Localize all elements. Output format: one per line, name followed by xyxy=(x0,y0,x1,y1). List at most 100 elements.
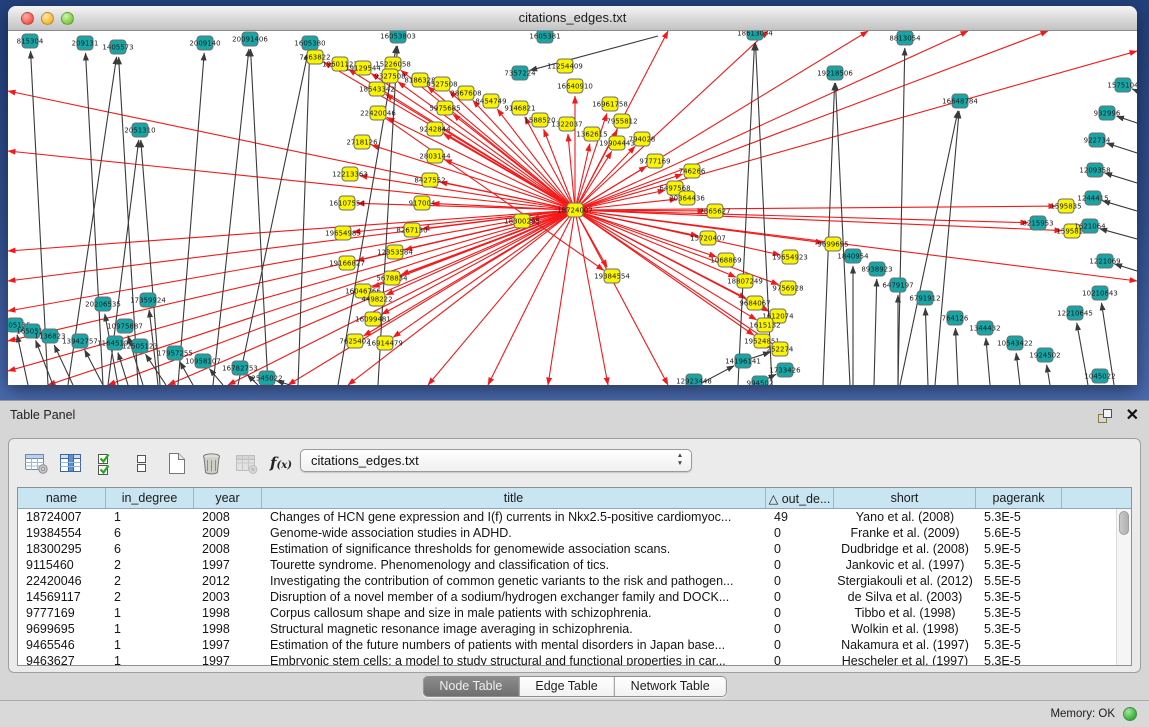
graph-node[interactable]: 16914479 xyxy=(367,336,403,350)
network-window[interactable]: citations_edges.txt 18724007271812612213… xyxy=(8,6,1137,385)
graph-edge[interactable] xyxy=(386,94,575,210)
cell-short[interactable]: Yano et al. (2008) xyxy=(834,509,976,525)
cell-out-de-[interactable]: 0 xyxy=(766,653,834,666)
cell-in-degree[interactable]: 1 xyxy=(106,509,194,525)
function-builder-icon[interactable]: f(x) xyxy=(268,448,294,478)
cell-out-de-[interactable]: 0 xyxy=(766,541,834,557)
graph-node[interactable]: 12923448 xyxy=(676,374,712,385)
graph-node[interactable]: 2051310 xyxy=(124,123,155,137)
graph-node[interactable]: 7955812 xyxy=(606,114,637,128)
graph-edge[interactable] xyxy=(955,328,958,385)
cell-pagerank[interactable]: 5.3E-5 xyxy=(976,589,1062,605)
graph-edge[interactable] xyxy=(251,49,268,385)
table-mode-icon[interactable] xyxy=(23,448,49,478)
table-row[interactable]: 1830029562008Estimation of significance … xyxy=(18,541,1131,557)
cell-pagerank[interactable]: 5.3E-5 xyxy=(976,653,1062,666)
table-row[interactable]: 946362711997Embryonic stem cells: a mode… xyxy=(18,653,1131,666)
cell-pagerank[interactable]: 5.3E-5 xyxy=(976,605,1062,621)
table-selector-dropdown[interactable]: citations_edges.txt ▲▼ xyxy=(300,449,692,472)
cell-title[interactable]: Corpus callosum shape and size in male p… xyxy=(262,605,766,621)
graph-node[interactable]: 16961758 xyxy=(592,97,628,111)
row-height-icon[interactable] xyxy=(128,448,154,478)
graph-edge[interactable] xyxy=(935,111,959,385)
graph-edge[interactable] xyxy=(900,111,958,385)
cell-short[interactable]: Dudbridge et al. (2008) xyxy=(834,541,976,557)
cell-short[interactable]: Franke et al. (2009) xyxy=(834,525,976,541)
cell-year[interactable]: 2008 xyxy=(194,509,262,525)
table-row[interactable]: 1938455462009Genome-wide association stu… xyxy=(18,525,1131,541)
graph-node[interactable]: 2009140 xyxy=(189,36,220,50)
graph-node[interactable]: 16107554 xyxy=(329,196,365,210)
graph-node[interactable]: 8215953 xyxy=(1022,216,1053,230)
graph-edge[interactable] xyxy=(178,53,204,385)
cell-year[interactable]: 1998 xyxy=(194,621,262,637)
cell-short[interactable]: Nakamura et al. (1997) xyxy=(834,637,976,653)
cell-in-degree[interactable]: 6 xyxy=(106,525,194,541)
graph-node[interactable]: 10210643 xyxy=(1082,286,1118,300)
tab-network-table[interactable]: Network Table xyxy=(615,677,726,696)
table-row[interactable]: 977716911998Corpus callosum shape and si… xyxy=(18,605,1131,621)
graph-edge[interactable] xyxy=(8,210,575,371)
cell-out-de-[interactable]: 0 xyxy=(766,573,834,589)
cell-name[interactable]: 18724007 xyxy=(18,509,106,525)
cell-out-de-[interactable]: 0 xyxy=(766,637,834,653)
graph-node[interactable]: 815304 xyxy=(17,34,44,48)
cell-in-degree[interactable]: 2 xyxy=(106,573,194,589)
graph-edge[interactable] xyxy=(86,53,103,385)
graph-node[interactable]: 12213363 xyxy=(332,167,368,181)
graph-node[interactable]: 12210645 xyxy=(1057,306,1093,320)
table-row[interactable]: 2242004622012Investigating the contribut… xyxy=(18,573,1131,589)
graph-node[interactable]: 209131 xyxy=(72,36,99,50)
network-view[interactable]: 1872400727181261221336316107554196549851… xyxy=(8,31,1137,385)
cell-pagerank[interactable]: 5.6E-5 xyxy=(976,525,1062,541)
graph-node[interactable]: 13942757 xyxy=(62,334,98,348)
graph-edge[interactable] xyxy=(17,335,28,385)
cell-pagerank[interactable]: 5.9E-5 xyxy=(976,541,1062,557)
cell-name[interactable]: 22420046 xyxy=(18,573,106,589)
graph-edge[interactable] xyxy=(298,53,310,385)
cell-in-degree[interactable]: 6 xyxy=(106,541,194,557)
graph-node[interactable]: 1344432 xyxy=(969,321,1000,335)
close-panel-icon[interactable]: ✕ xyxy=(1126,405,1139,425)
cell-pagerank[interactable]: 5.3E-5 xyxy=(976,621,1062,637)
graph-node[interactable]: 19654923 xyxy=(772,250,808,264)
tab-node-table[interactable]: Node Table xyxy=(423,677,519,696)
graph-edge[interactable] xyxy=(1107,143,1137,153)
graph-node[interactable]: 1605381 xyxy=(529,31,560,43)
cell-year[interactable]: 2009 xyxy=(194,525,262,541)
graph-edge[interactable] xyxy=(575,31,1048,210)
cell-title[interactable]: Genome-wide association studies in ADHD. xyxy=(262,525,766,541)
table-row[interactable]: 911546021997Tourette syndrome. Phenomeno… xyxy=(18,557,1131,573)
graph-node[interactable]: 1322037 xyxy=(551,117,582,131)
graph-node[interactable]: 16640910 xyxy=(557,79,593,93)
graph-edge[interactable] xyxy=(238,53,308,385)
graph-node[interactable]: 2718126 xyxy=(346,135,378,149)
graph-node[interactable]: 746266 xyxy=(679,164,706,178)
create-column-icon[interactable] xyxy=(163,448,189,478)
graph-node[interactable]: 7357224 xyxy=(504,66,536,80)
cell-year[interactable]: 2003 xyxy=(194,589,262,605)
graph-node[interactable]: 932996 xyxy=(1094,106,1121,120)
table-row[interactable]: 1456911722003Disruption of a novel membe… xyxy=(18,589,1131,605)
cell-title[interactable]: Disruption of a novel member of a sodium… xyxy=(262,589,766,605)
table-row[interactable]: 1872400712008Changes of HCN gene express… xyxy=(18,509,1131,525)
graph-node[interactable]: 1221069 xyxy=(1089,254,1120,268)
graph-edge[interactable] xyxy=(986,338,990,385)
graph-node[interactable]: 20206535 xyxy=(85,297,121,311)
table-row[interactable]: 946554611997Estimation of the future num… xyxy=(18,637,1131,653)
column-header-short[interactable]: short xyxy=(834,488,976,508)
graph-node[interactable]: 1405573 xyxy=(102,40,133,54)
selection-mode-icon[interactable] xyxy=(93,448,119,478)
graph-node[interactable]: 6791912 xyxy=(909,291,940,305)
graph-edge[interactable] xyxy=(874,279,877,385)
graph-node[interactable]: 19218506 xyxy=(817,66,853,80)
graph-node[interactable]: 15720407 xyxy=(690,231,726,245)
delete-table-icon[interactable] xyxy=(233,448,259,478)
cell-year[interactable]: 2008 xyxy=(194,541,262,557)
graph-edge[interactable] xyxy=(228,210,575,385)
graph-node[interactable]: 1045022 xyxy=(1084,369,1115,383)
cell-year[interactable]: 1997 xyxy=(194,557,262,573)
cell-name[interactable]: 14569117 xyxy=(18,589,106,605)
table-row[interactable]: 969969511998Structural magnetic resonanc… xyxy=(18,621,1131,637)
cell-short[interactable]: de Silva et al. (2003) xyxy=(834,589,976,605)
